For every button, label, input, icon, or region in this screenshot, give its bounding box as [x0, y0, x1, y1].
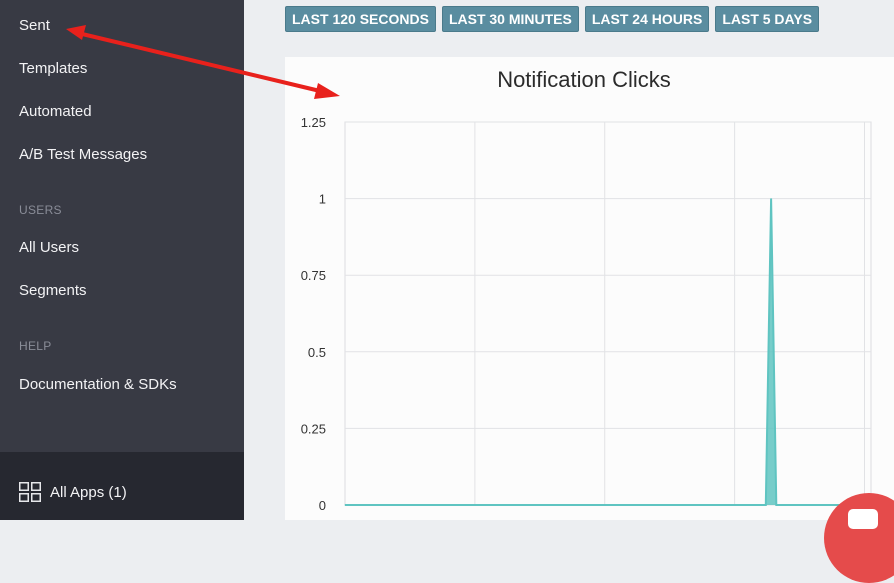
chart-title: Notification Clicks [497, 67, 671, 92]
y-tick-label: 0.25 [301, 421, 326, 436]
grid-icon [19, 482, 41, 502]
all-apps-link[interactable]: All Apps (1) [19, 482, 127, 502]
nav-item-automated[interactable]: Automated [19, 103, 92, 120]
series-point [344, 504, 346, 506]
chart-card: Notification Clicks 1.25 1 0.75 0.5 0.25 0 [285, 57, 894, 520]
range-button-5-days[interactable]: LAST 5 DAYS [715, 6, 820, 32]
nav-item-templates[interactable]: Templates [19, 60, 87, 77]
nav-item-ab-test-messages[interactable]: A/B Test Messages [19, 146, 147, 163]
nav-item-segments[interactable]: Segments [19, 282, 87, 299]
time-range-buttons: LAST 120 SECONDS LAST 30 MINUTES LAST 24… [285, 6, 820, 32]
y-tick-label: 0 [319, 498, 326, 513]
chat-icon [848, 509, 878, 529]
nav-item-all-users[interactable]: All Users [19, 239, 79, 256]
nav-item-sent[interactable]: Sent [19, 17, 50, 34]
range-button-30-minutes[interactable]: LAST 30 MINUTES [441, 6, 579, 32]
range-button-120-seconds[interactable]: LAST 120 SECONDS [285, 6, 436, 32]
nav-item-documentation[interactable]: Documentation & SDKs [19, 376, 177, 393]
range-button-24-hours[interactable]: LAST 24 HOURS [584, 6, 710, 32]
series-point [765, 504, 767, 506]
series-point [770, 198, 772, 200]
series-point [775, 504, 777, 506]
main-content: LAST 120 SECONDS LAST 30 MINUTES LAST 24… [244, 0, 894, 520]
plot-frame [344, 121, 872, 506]
section-label-users: USERS [19, 203, 62, 217]
y-tick-label: 0.75 [301, 268, 326, 283]
all-apps-label: All Apps (1) [50, 483, 127, 501]
section-label-help: HELP [19, 339, 52, 353]
notification-clicks-chart: Notification Clicks 1.25 1 0.75 0.5 0.25 0 [301, 67, 872, 513]
y-tick-label: 1.25 [301, 115, 326, 130]
y-tick-label: 1 [319, 192, 326, 207]
sidebar: Sent Templates Automated A/B Test Messag… [0, 0, 244, 520]
y-tick-label: 0.5 [308, 345, 326, 360]
